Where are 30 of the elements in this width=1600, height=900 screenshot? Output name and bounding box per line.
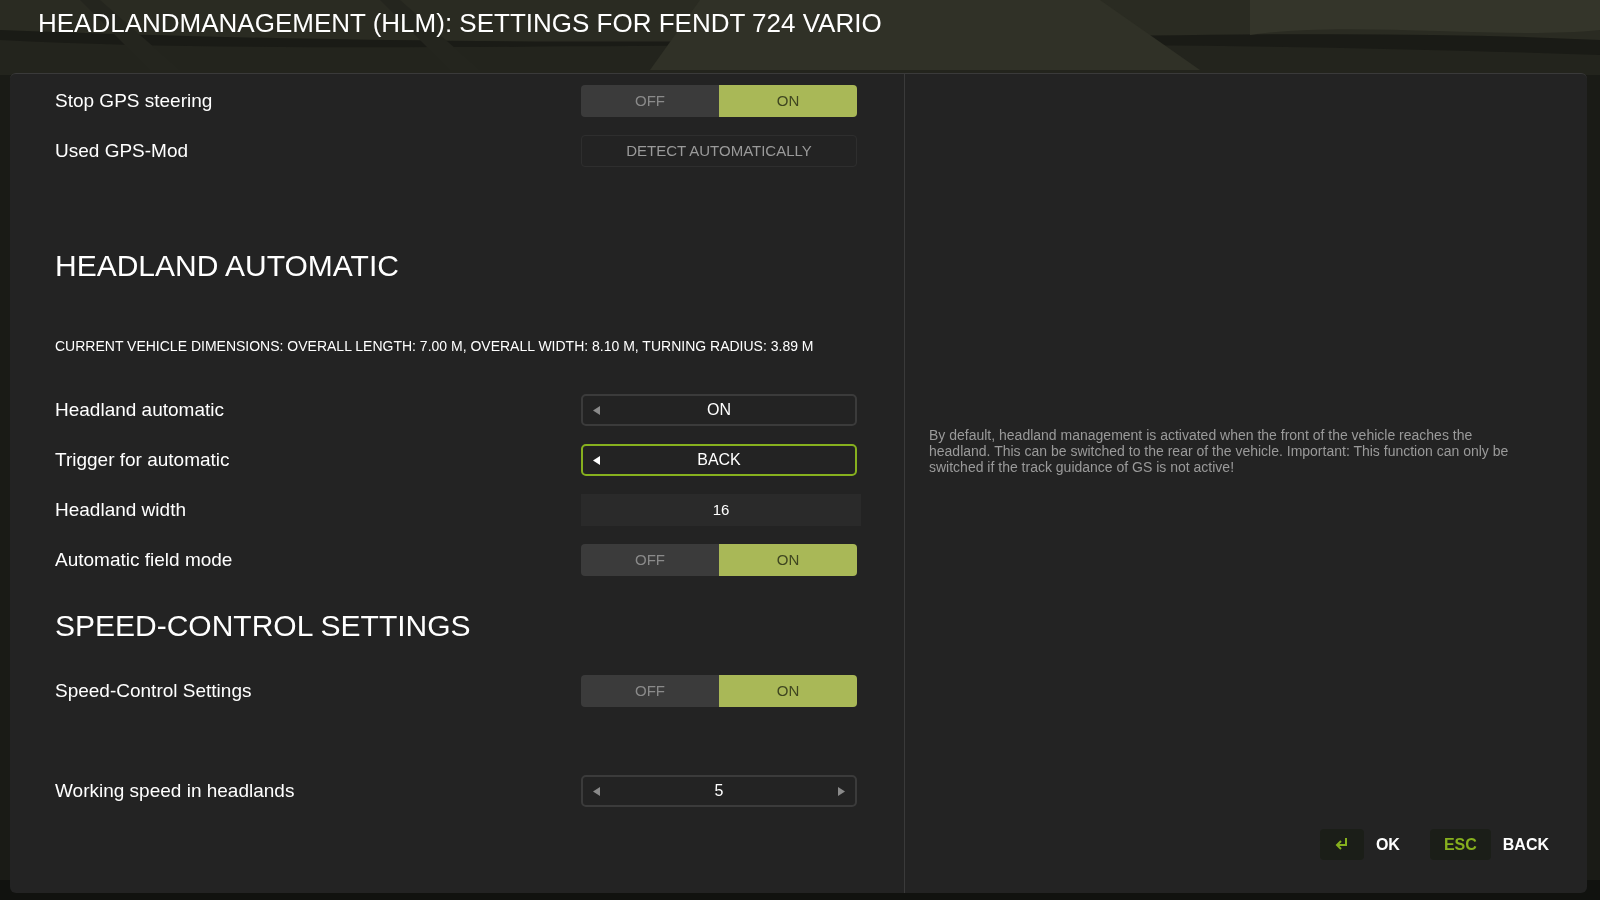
setting-label: Working speed in headlands xyxy=(55,778,296,803)
description-text: By default, headland management is activated when the front of the vehicle reaches the headland. This can be switched to the rear of the vehicle. Important: This function can only be switched if the track guidance of GS is not active! xyxy=(929,427,1510,475)
setting-label: Headland automatic xyxy=(55,397,225,422)
selector-value: 5 xyxy=(713,781,725,801)
setting-label: Headland width xyxy=(55,497,187,522)
setting-label: Automatic field mode xyxy=(55,547,234,572)
selector-value: ON xyxy=(706,400,732,420)
toggle-option[interactable]: ON xyxy=(719,85,857,117)
page-title: HEADLANDMANAGEMENT (HLM): SETTINGS FOR FENDT 724 VARIO xyxy=(38,7,882,40)
toggle-option[interactable]: ON xyxy=(719,675,857,707)
action-label[interactable]: BACK xyxy=(1502,832,1549,857)
enter-key-icon[interactable] xyxy=(1319,829,1364,860)
setting-label: Speed-Control Settings xyxy=(55,678,253,703)
mode-button[interactable]: DETECT AUTOMATICALLY xyxy=(581,135,857,167)
setting-label: Stop GPS steering xyxy=(55,88,214,113)
section-heading: HEADLAND AUTOMATIC xyxy=(55,248,400,284)
key-label[interactable]: ESC xyxy=(1429,829,1491,860)
number-field[interactable]: 16 xyxy=(581,494,861,526)
option-selector[interactable]: BACK xyxy=(581,444,857,476)
setting-label: Trigger for automatic xyxy=(55,447,231,472)
vehicle-dimensions-text: CURRENT VEHICLE DIMENSIONS: OVERALL LENGTH: 7.00 M, OVERALL WIDTH: 8.10 M, TURNING RADIUS: 3.89 M xyxy=(55,337,815,356)
toggle-option[interactable]: ON xyxy=(719,544,857,576)
setting-label: Used GPS-Mod xyxy=(55,138,190,163)
right-arrow-icon[interactable] xyxy=(838,786,845,796)
left-arrow-icon[interactable] xyxy=(593,455,600,465)
option-selector[interactable]: ON xyxy=(581,394,857,426)
selector-value: BACK xyxy=(696,450,742,470)
section-heading: SPEED-CONTROL SETTINGS xyxy=(55,608,472,644)
option-selector[interactable]: 5 xyxy=(581,775,857,807)
action-label[interactable]: OK xyxy=(1375,832,1400,857)
